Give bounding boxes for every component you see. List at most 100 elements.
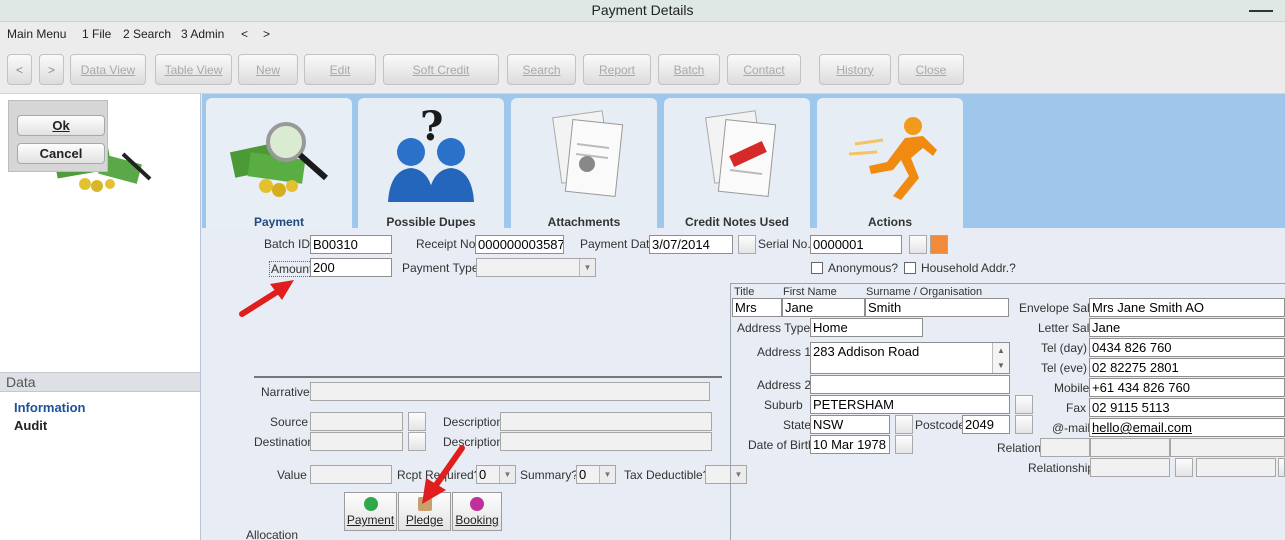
tab-attachments[interactable]: Attachments — [511, 98, 657, 229]
date-picker-icon[interactable] — [738, 235, 756, 254]
lookup-icon[interactable] — [909, 235, 927, 254]
suburb-field[interactable]: PETERSHAM — [810, 395, 1010, 414]
ok-label: Ok — [52, 118, 70, 133]
batch-id-field[interactable]: B00310 — [310, 235, 392, 254]
nav-link-information[interactable]: Information — [14, 400, 86, 415]
edit-button[interactable]: Edit — [304, 54, 376, 85]
title-field[interactable]: Mrs — [732, 298, 782, 317]
destination-field[interactable] — [310, 432, 403, 451]
source-field[interactable] — [310, 412, 403, 431]
description2-field[interactable] — [500, 432, 712, 451]
tab-possible-dupes[interactable]: ? Possible Dupes — [358, 98, 504, 229]
relationship-detail-field[interactable] — [1196, 458, 1276, 477]
email-label: @-mail — [1052, 421, 1091, 435]
data-view-button[interactable]: Data View — [70, 54, 146, 85]
forward-button[interactable]: > — [39, 54, 64, 85]
search-button[interactable]: Search — [507, 54, 576, 85]
source-lookup-icon[interactable] — [408, 412, 426, 431]
first-name-field[interactable]: Jane — [782, 298, 865, 317]
relation-field-c[interactable] — [1170, 438, 1285, 457]
menu-file[interactable]: 1 File — [82, 27, 111, 41]
fax-field[interactable]: 02 9115 5113 — [1089, 398, 1285, 417]
close-button[interactable]: Close — [898, 54, 964, 85]
payment-type-label: Payment Type — [402, 261, 479, 275]
menu-forward[interactable]: > — [263, 27, 270, 41]
amount-field[interactable]: 200 — [310, 258, 392, 277]
ok-cancel-dialog: Ok Cancel — [8, 100, 108, 172]
suburb-label: Suburb — [764, 398, 803, 412]
serial-no-field[interactable]: 0000001 — [810, 235, 902, 254]
surname-label: Surname / Organisation — [866, 286, 983, 298]
back-button[interactable]: < — [7, 54, 32, 85]
tel-eve-label: Tel (eve) — [1041, 361, 1088, 375]
payment-add-button[interactable]: Payment — [344, 492, 397, 531]
mobile-field[interactable]: +61 434 826 760 — [1089, 378, 1285, 397]
narrative-field[interactable] — [310, 382, 710, 401]
rcpt-required-label: Rcpt Required? — [397, 468, 481, 482]
cancel-button[interactable]: Cancel — [17, 143, 105, 164]
menu-search[interactable]: 2 Search — [123, 27, 171, 41]
new-button[interactable]: New — [238, 54, 298, 85]
envelope-sal-label: Envelope Sal. — [1019, 301, 1094, 315]
menu-bar: Main Menu 1 File 2 Search 3 Admin < > — [0, 22, 1285, 46]
address-scrollbar[interactable]: ▲ ▼ — [992, 343, 1009, 373]
relation-field-a[interactable] — [1040, 438, 1090, 457]
address-type-field[interactable]: Home — [810, 318, 923, 337]
flag-icon[interactable] — [930, 235, 948, 254]
relationship-field[interactable] — [1090, 458, 1170, 477]
household-checkbox[interactable] — [904, 262, 916, 274]
letter-sal-field[interactable]: Jane — [1089, 318, 1285, 337]
tab-actions[interactable]: Actions — [817, 98, 963, 229]
letter-sal-label: Letter Sal. — [1038, 321, 1093, 335]
source-label: Source — [270, 415, 309, 429]
chevron-down-icon[interactable]: ▼ — [599, 466, 615, 483]
payment-type-select[interactable] — [476, 258, 596, 277]
value-field[interactable] — [310, 465, 392, 484]
minimize-button[interactable] — [1249, 0, 1273, 12]
tel-day-field[interactable]: 0434 826 760 — [1089, 338, 1285, 357]
dob-field[interactable]: 10 Mar 1978 — [810, 435, 890, 454]
contact-button[interactable]: Contact — [727, 54, 801, 85]
menu-main[interactable]: Main Menu — [7, 27, 66, 41]
tab-credit-notes-used[interactable]: Credit Notes Used — [664, 98, 810, 229]
address1-field[interactable]: 283 Addison Road — [810, 342, 1010, 374]
address2-field[interactable] — [810, 375, 1010, 394]
envelope-sal-field[interactable]: Mrs Jane Smith AO — [1089, 298, 1285, 317]
state-field[interactable]: NSW — [810, 415, 890, 434]
suburb-lookup-icon[interactable] — [1015, 395, 1033, 414]
table-view-button[interactable]: Table View — [155, 54, 232, 85]
invoice-credit-icon — [705, 110, 777, 197]
tel-eve-field[interactable]: 02 82275 2801 — [1089, 358, 1285, 377]
ok-button[interactable]: Ok — [17, 115, 105, 136]
receipt-no-field[interactable]: 000000003587 — [475, 235, 564, 254]
booking-icon — [470, 497, 484, 511]
tab-payment[interactable]: Payment — [206, 98, 352, 229]
postcode-lookup-icon[interactable] — [1015, 415, 1033, 434]
booking-button[interactable]: Booking — [452, 492, 502, 531]
chevron-down-icon[interactable]: ▼ — [579, 259, 595, 276]
summary-label: Summary? — [520, 468, 579, 482]
chevron-down-icon[interactable]: ▼ — [499, 466, 515, 483]
payment-date-field[interactable]: 3/07/2014 — [649, 235, 733, 254]
postcode-field[interactable]: 2049 — [962, 415, 1010, 434]
description-field[interactable] — [500, 412, 712, 431]
anonymous-checkbox[interactable] — [811, 262, 823, 274]
relationship-lookup-icon[interactable] — [1175, 458, 1193, 477]
menu-back[interactable]: < — [241, 27, 248, 41]
relation-field-b[interactable] — [1090, 438, 1170, 457]
soft-credit-button[interactable]: Soft Credit — [383, 54, 499, 85]
nav-link-audit[interactable]: Audit — [14, 418, 47, 433]
dob-picker-icon[interactable] — [895, 435, 913, 454]
batch-button[interactable]: Batch — [658, 54, 720, 85]
pledge-button[interactable]: Pledge — [398, 492, 451, 531]
menu-admin[interactable]: 3 Admin — [181, 27, 224, 41]
surname-field[interactable]: Smith — [865, 298, 1009, 317]
report-button[interactable]: Report — [583, 54, 651, 85]
email-field[interactable]: hello@email.com — [1089, 418, 1285, 437]
destination-lookup-icon[interactable] — [408, 432, 426, 451]
history-button[interactable]: History — [819, 54, 891, 85]
pledge-icon — [417, 497, 432, 511]
relationship-more-icon[interactable] — [1278, 458, 1285, 477]
state-lookup-icon[interactable] — [895, 415, 913, 434]
address1-label: Address 1 — [757, 345, 812, 359]
